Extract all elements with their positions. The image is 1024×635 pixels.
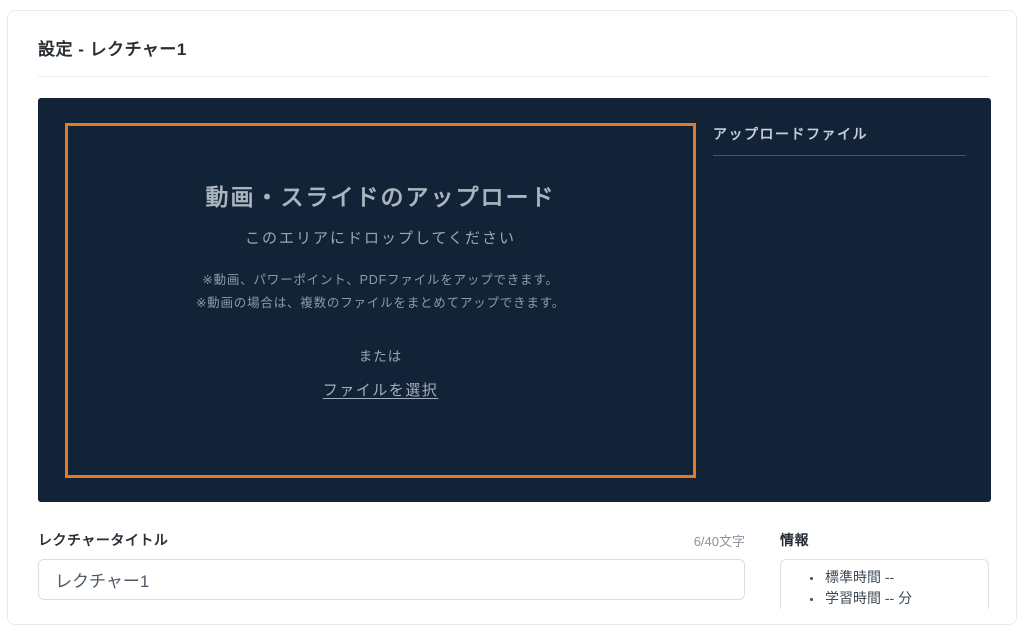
dropzone-subtitle: このエリアにドロップしてください — [245, 227, 516, 248]
character-counter: 6/40文字 — [694, 531, 745, 550]
dropzone-note-filetypes: ※動画、パワーポイント、PDFファイルをアップできます。 — [196, 269, 565, 292]
dropzone-or-label: または — [359, 345, 403, 365]
upload-panel: 動画・スライドのアップロード このエリアにドロップしてください ※動画、パワーポ… — [38, 98, 991, 502]
dropzone-note-multiple: ※動画の場合は、複数のファイルをまとめてアップできます。 — [196, 292, 565, 315]
settings-card: 設定 - レクチャー1 動画・スライドのアップロード このエリアにドロップしてく… — [7, 10, 1017, 625]
bottom-row: レクチャータイトル 6/40文字 情報 標準時間 -- 学習時間 -- 分 — [38, 530, 989, 609]
info-item-standard-time: 標準時間 -- — [823, 567, 988, 588]
uploaded-files-divider — [713, 155, 966, 156]
info-item-learning-time: 学習時間 -- 分 — [823, 588, 988, 609]
uploaded-files-heading: アップロードファイル — [713, 124, 966, 144]
info-heading: 情報 — [780, 530, 989, 550]
title-divider — [38, 76, 989, 77]
dropzone-title: 動画・スライドのアップロード — [206, 178, 556, 212]
lecture-title-input[interactable] — [38, 559, 745, 600]
dropzone-notes: ※動画、パワーポイント、PDFファイルをアップできます。 ※動画の場合は、複数の… — [196, 269, 565, 314]
lecture-title-field-group: レクチャータイトル 6/40文字 — [38, 530, 745, 609]
lecture-title-label: レクチャータイトル — [38, 530, 168, 550]
page-title: 設定 - レクチャー1 — [38, 35, 989, 60]
info-section: 情報 標準時間 -- 学習時間 -- 分 — [780, 530, 989, 609]
select-file-link[interactable]: ファイルを選択 — [323, 379, 439, 400]
info-list: 標準時間 -- 学習時間 -- 分 — [781, 567, 988, 609]
info-box: 標準時間 -- 学習時間 -- 分 — [780, 559, 989, 609]
uploaded-files-section: アップロードファイル — [696, 98, 991, 502]
file-dropzone[interactable]: 動画・スライドのアップロード このエリアにドロップしてください ※動画、パワーポ… — [65, 123, 696, 478]
